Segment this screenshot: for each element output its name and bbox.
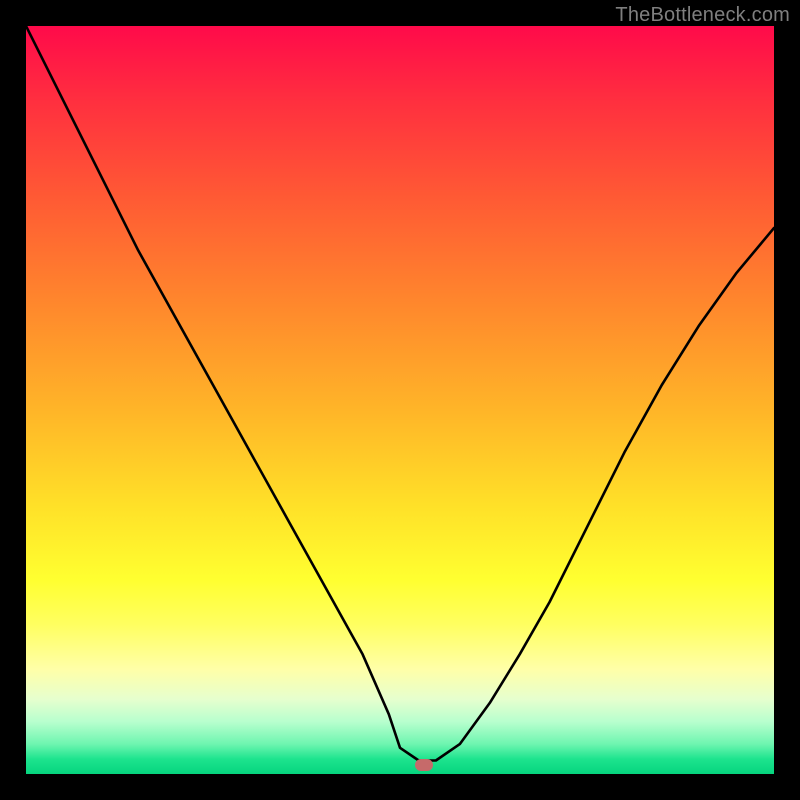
chart-frame: TheBottleneck.com	[0, 0, 800, 800]
gradient-plot-area	[26, 26, 774, 774]
bottleneck-curve	[26, 26, 774, 774]
optimal-point-marker	[415, 759, 433, 771]
watermark-text: TheBottleneck.com	[615, 4, 790, 27]
